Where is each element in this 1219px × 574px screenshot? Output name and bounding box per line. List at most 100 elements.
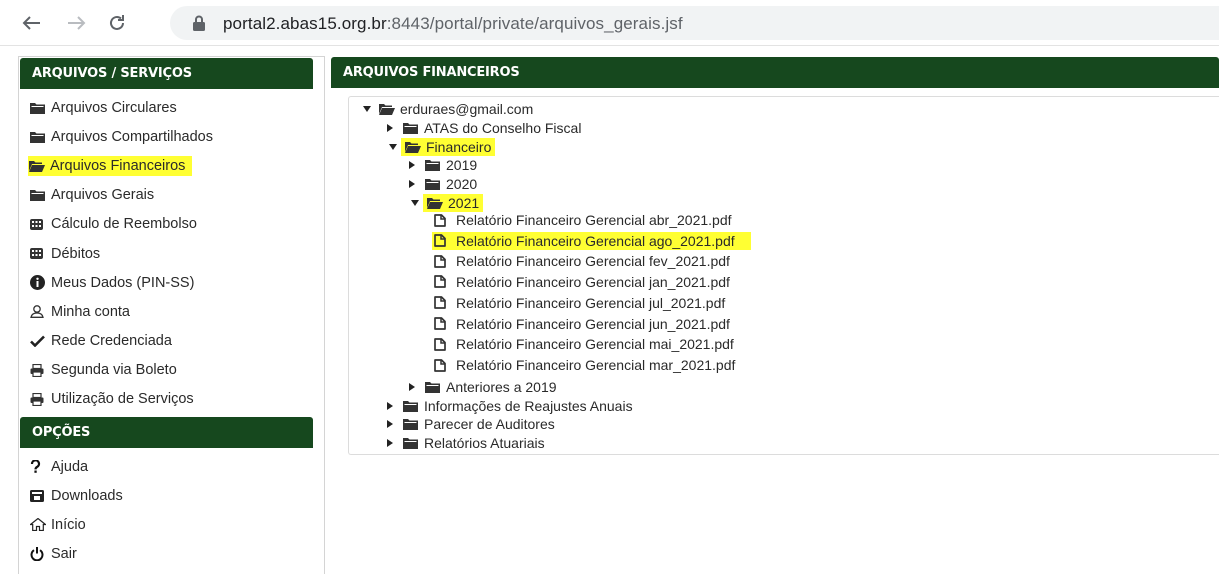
tree-folder-item[interactable]: 2019: [409, 155, 477, 174]
calculator-icon: [30, 218, 47, 230]
tree-folder-item[interactable]: erduraes@gmail.com: [363, 100, 533, 119]
tree-item-label: Relatório Financeiro Gerencial jan_2021.…: [456, 273, 730, 290]
tree-item-label: Relatório Financeiro Gerencial abr_2021.…: [456, 212, 732, 228]
sidebar-header: ARQUIVOS / SERVIÇOS: [20, 58, 313, 89]
tree-file-item[interactable]: Relatório Financeiro Gerencial jan_2021.…: [434, 272, 730, 291]
tree-folder-item[interactable]: 2021: [409, 193, 484, 212]
menu-item-label: Arquivos Compartilhados: [51, 128, 213, 145]
file-icon: [434, 317, 456, 330]
forward-arrow-icon[interactable]: [64, 10, 90, 36]
tree-file-item[interactable]: Relatório Financeiro Gerencial jul_2021.…: [434, 293, 725, 312]
tree-folder-item[interactable]: Financeiro: [387, 137, 496, 156]
main-header: ARQUIVOS FINANCEIROS: [331, 57, 1219, 88]
file-icon: [434, 254, 456, 268]
tree-file-item[interactable]: Relatório Financeiro Gerencial jun_2021.…: [434, 314, 730, 333]
caret-right-icon[interactable]: [387, 438, 403, 447]
tree-file-item[interactable]: Relatório Financeiro Gerencial fev_2021.…: [434, 252, 730, 271]
tree-item-label: Parecer de Auditores: [424, 416, 555, 432]
user-icon: [30, 305, 47, 319]
lock-icon: [192, 15, 208, 31]
tree-folder-item[interactable]: Anteriores a 2019: [409, 377, 557, 396]
menu-item-minha-conta[interactable]: Minha conta: [30, 297, 216, 326]
folder-icon: [403, 418, 424, 430]
menu-item-utilizacao-de-servicos[interactable]: Utilização de Serviços: [30, 385, 216, 414]
file-icon: [434, 234, 456, 247]
tree-item-label: Anteriores a 2019: [446, 378, 557, 395]
tree-item-label: Relatório Financeiro Gerencial mai_2021.…: [456, 336, 734, 352]
tree-item-label: Relatório Financeiro Gerencial mar_2021.…: [456, 357, 736, 373]
menu-item-arquivos-circulares[interactable]: Arquivos Circulares: [30, 93, 216, 122]
menu-item-label: Downloads: [51, 487, 123, 504]
tree-item-label: 2020: [446, 176, 478, 192]
tree-folder-item[interactable]: ATAS do Conselho Fiscal: [387, 118, 581, 137]
menu-item-label: Cálculo de Reembolso: [51, 216, 197, 233]
tree-folder-item[interactable]: Relatórios Atuariais: [387, 433, 545, 452]
menu-item-label: Arquivos Gerais: [51, 187, 155, 204]
folder-open-icon: [379, 103, 400, 115]
menu-item-arquivos-compartilhados[interactable]: Arquivos Compartilhados: [30, 122, 216, 151]
menu-item-sair[interactable]: Sair: [30, 540, 126, 569]
menu-item-downloads[interactable]: Downloads: [30, 481, 126, 510]
caret-down-icon[interactable]: [389, 143, 405, 150]
caret-right-icon[interactable]: [409, 160, 425, 169]
folder-icon: [30, 131, 47, 143]
menu-item-debitos[interactable]: Débitos: [30, 239, 216, 268]
download-icon: [30, 489, 47, 502]
power-icon: [30, 547, 47, 562]
tree-folder-item[interactable]: Parecer de Auditores: [387, 415, 555, 434]
folder-open-icon: [405, 141, 426, 153]
address-bar[interactable]: portal2.abas15.org.br:8443/portal/privat…: [170, 6, 1219, 40]
caret-right-icon[interactable]: [387, 401, 403, 410]
print-icon: [30, 392, 47, 406]
tree-file-item[interactable]: Relatório Financeiro Gerencial abr_2021.…: [434, 211, 732, 230]
url-host: portal2.abas15.org.br: [223, 14, 387, 33]
menu-item-ajuda[interactable]: Ajuda: [30, 452, 126, 481]
caret-down-icon[interactable]: [363, 106, 379, 112]
url-text: portal2.abas15.org.br:8443/portal/privat…: [223, 14, 683, 34]
caret-right-icon[interactable]: [387, 420, 403, 428]
caret-right-icon[interactable]: [387, 123, 403, 132]
tree-item-label: Financeiro: [426, 138, 492, 155]
file-icon: [434, 275, 456, 288]
menu-item-label: Segunda via Boleto: [51, 362, 177, 379]
menu-item-label: Início: [51, 516, 86, 533]
tree-file-item[interactable]: Relatório Financeiro Gerencial mai_2021.…: [434, 335, 734, 354]
tree-item-label: Informações de Reajustes Anuais: [424, 397, 633, 414]
options-header: OPÇÕES: [20, 417, 313, 448]
tree-item-label: ATAS do Conselho Fiscal: [424, 119, 582, 136]
menu-item-arquivos-gerais[interactable]: Arquivos Gerais: [30, 181, 216, 210]
reload-icon[interactable]: [104, 10, 130, 36]
menu-item-segunda-via-boleto[interactable]: Segunda via Boleto: [30, 356, 216, 385]
menu-item-label: Ajuda: [51, 458, 89, 475]
tree-item-label: Relatório Financeiro Gerencial jul_2021.…: [456, 294, 726, 311]
file-icon: [434, 213, 456, 227]
menu-item-label: Meus Dados (PIN-SS): [51, 274, 195, 291]
menu-item-label: Rede Credenciada: [51, 333, 172, 350]
home-icon: [30, 518, 47, 532]
caret-down-icon[interactable]: [411, 199, 427, 206]
back-arrow-icon[interactable]: [18, 10, 44, 36]
menu-item-arquivos-financeiros[interactable]: Arquivos Financeiros: [28, 151, 216, 180]
menu-item-calculo-de-reembolso[interactable]: Cálculo de Reembolso: [30, 210, 216, 239]
tree-folder-item[interactable]: 2020: [409, 175, 477, 194]
caret-right-icon[interactable]: [409, 382, 425, 391]
folder-icon: [425, 381, 446, 393]
menu-item-meus-dados-pin-ss[interactable]: Meus Dados (PIN-SS): [30, 268, 216, 297]
tree-item-label: erduraes@gmail.com: [400, 101, 534, 117]
folder-icon: [30, 102, 47, 114]
menu-item-inicio[interactable]: Início: [30, 510, 126, 539]
question-icon: [30, 460, 47, 473]
tree-file-item[interactable]: Relatório Financeiro Gerencial mar_2021.…: [434, 356, 735, 375]
menu-item-label: Minha conta: [51, 303, 130, 320]
menu-item-label: Arquivos Financeiros: [50, 157, 186, 174]
tree-folder-item[interactable]: Informações de Reajustes Anuais: [387, 396, 633, 415]
tree-file-item[interactable]: Relatório Financeiro Gerencial ago_2021.…: [432, 231, 751, 250]
file-icon: [434, 337, 456, 351]
caret-right-icon[interactable]: [409, 180, 425, 188]
folder-icon: [403, 400, 424, 412]
folder-icon: [425, 159, 446, 171]
menu-item-label: Sair: [51, 546, 77, 563]
print-icon: [30, 363, 47, 377]
menu-item-rede-credenciada[interactable]: Rede Credenciada: [30, 327, 216, 356]
browser-toolbar: portal2.abas15.org.br:8443/portal/privat…: [0, 0, 1219, 46]
